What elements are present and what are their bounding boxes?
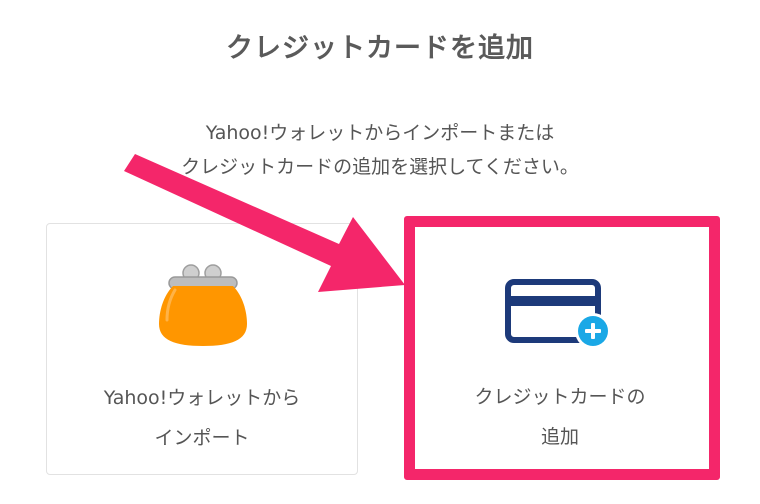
import-from-wallet-button[interactable]: Yahoo!ウォレットから インポート bbox=[46, 223, 358, 475]
page-title: クレジットカードを追加 bbox=[226, 33, 534, 64]
instruction-text: Yahoo!ウォレットからインポートまたは クレジットカードの追加を選択してくだ… bbox=[0, 116, 760, 184]
instruction-line-2: クレジットカードの追加を選択してください。 bbox=[181, 156, 579, 178]
credit-option-label-line-1: クレジットカードの bbox=[474, 386, 646, 408]
instruction-line-1: Yahoo!ウォレットからインポートまたは bbox=[205, 122, 555, 144]
add-credit-card-button[interactable]: クレジットカードの 追加 bbox=[404, 222, 716, 476]
coin-purse-icon bbox=[159, 264, 247, 346]
credit-card-add-icon bbox=[505, 279, 611, 349]
wallet-option-label-line-2: インポート bbox=[154, 427, 250, 449]
credit-option-label-line-2: 追加 bbox=[540, 426, 579, 448]
wallet-option-label-line-1: Yahoo!ウォレットから bbox=[103, 387, 301, 409]
